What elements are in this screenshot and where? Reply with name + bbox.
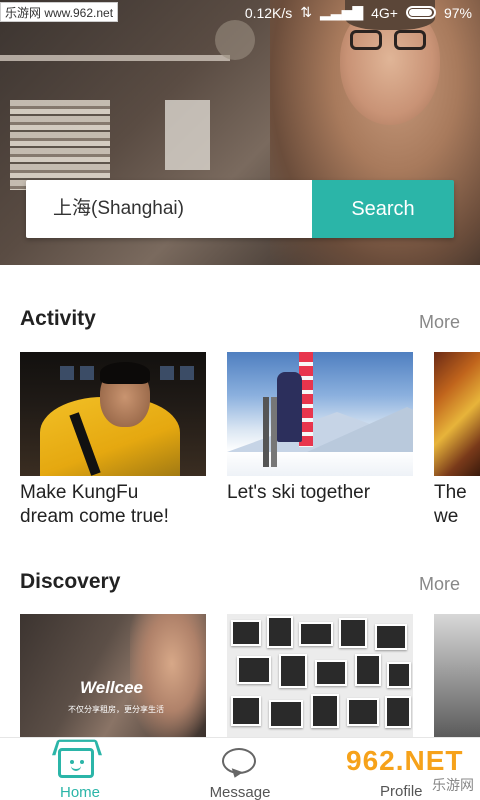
watermark-962-badge: 962.NET 乐游网	[346, 745, 474, 795]
home-icon	[58, 748, 94, 778]
nav-message-label: Message	[209, 784, 271, 800]
activity-more-link[interactable]: More	[419, 312, 460, 333]
message-icon	[222, 748, 256, 774]
discovery-card-peek[interactable]	[434, 614, 480, 738]
activity-caption-3a: The	[434, 482, 467, 503]
activity-card-ski[interactable]	[227, 352, 413, 476]
nav-home-label: Home	[59, 784, 100, 800]
discovery-title: Discovery	[20, 570, 121, 593]
activity-card-peek[interactable]	[434, 352, 480, 476]
activity-caption-1a: Make KungFu	[20, 482, 139, 503]
nav-home[interactable]: Home	[0, 738, 160, 800]
nav-message[interactable]: Message	[160, 738, 320, 800]
discovery-more-link[interactable]: More	[419, 574, 460, 595]
status-bar: 乐游网 www.962.net 0.12K/s ⇅ ▂▃▅▇ 4G+ 97%	[0, 0, 480, 26]
hero-books	[10, 100, 110, 190]
activity-caption-1b: dream come true!	[20, 506, 169, 527]
wellcee-slogan: 不仅分享租房，更分享生活	[68, 705, 164, 714]
hero-poster	[165, 100, 210, 170]
discovery-card-wellcee[interactable]: Wellcee 不仅分享租房，更分享生活	[20, 614, 206, 738]
signal-icon: ▂▃▅▇	[320, 4, 364, 20]
wellcee-logo: Wellcee	[80, 678, 144, 697]
badge-brand: 962.NET	[346, 745, 464, 776]
activity-caption-2a: Let's ski together	[227, 482, 371, 503]
status-right: 0.12K/s ⇅ ▂▃▅▇ 4G+ 97%	[245, 4, 472, 21]
battery-percent: 97%	[443, 4, 472, 21]
data-arrows-icon: ⇅	[300, 4, 313, 20]
discovery-card-photos[interactable]	[227, 614, 413, 738]
activity-caption-3b: we	[434, 506, 459, 527]
hero-shelf	[0, 55, 230, 61]
hero-glasses	[350, 30, 430, 50]
activity-card-kungfu[interactable]	[20, 352, 206, 476]
battery-icon	[405, 6, 436, 19]
watermark-label: 乐游网 www.962.net	[0, 2, 119, 22]
search-bar: 上海(Shanghai) Search	[26, 180, 454, 238]
network-speed: 0.12K/s	[244, 4, 293, 21]
badge-subtitle: 乐游网	[432, 777, 474, 793]
search-button[interactable]: Search	[312, 180, 454, 238]
network-type: 4G+	[371, 4, 398, 21]
activity-title: Activity	[20, 307, 96, 330]
hero-lamp	[215, 20, 255, 60]
city-search-input[interactable]: 上海(Shanghai)	[26, 180, 312, 238]
